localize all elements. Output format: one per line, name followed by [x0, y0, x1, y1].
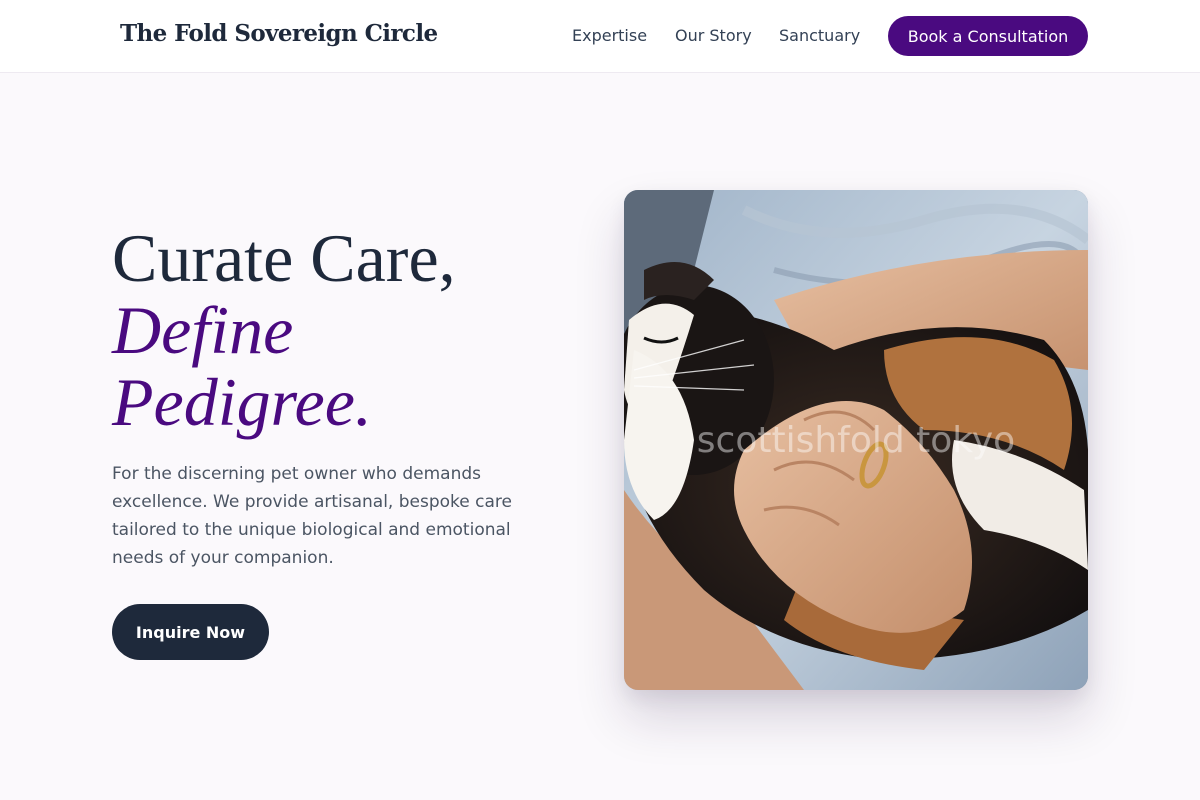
site-header: The Fold Sovereign Circle Expertise Our …: [0, 0, 1200, 73]
hero-cat-photo: scottishfold tokyo: [624, 190, 1088, 690]
hero-title-accent-line: Pedigree.: [112, 364, 372, 440]
nav-link-expertise[interactable]: Expertise: [572, 26, 647, 45]
hero-description: For the discerning pet owner who demands…: [112, 464, 512, 568]
inquire-now-button[interactable]: Inquire Now: [112, 604, 269, 660]
nav-link-sanctuary[interactable]: Sanctuary: [779, 26, 860, 45]
cat-photo-illustration: [624, 190, 1088, 690]
hero-title-line: Curate Care,: [112, 220, 456, 296]
hero-title: Curate Care, Define Pedigree.: [112, 222, 582, 438]
book-consultation-button[interactable]: Book a Consultation: [888, 16, 1088, 56]
nav-link-our-story[interactable]: Our Story: [675, 26, 752, 45]
hero-title-accent-line: Define: [112, 292, 294, 368]
brand-logo[interactable]: The Fold Sovereign Circle: [120, 20, 438, 47]
